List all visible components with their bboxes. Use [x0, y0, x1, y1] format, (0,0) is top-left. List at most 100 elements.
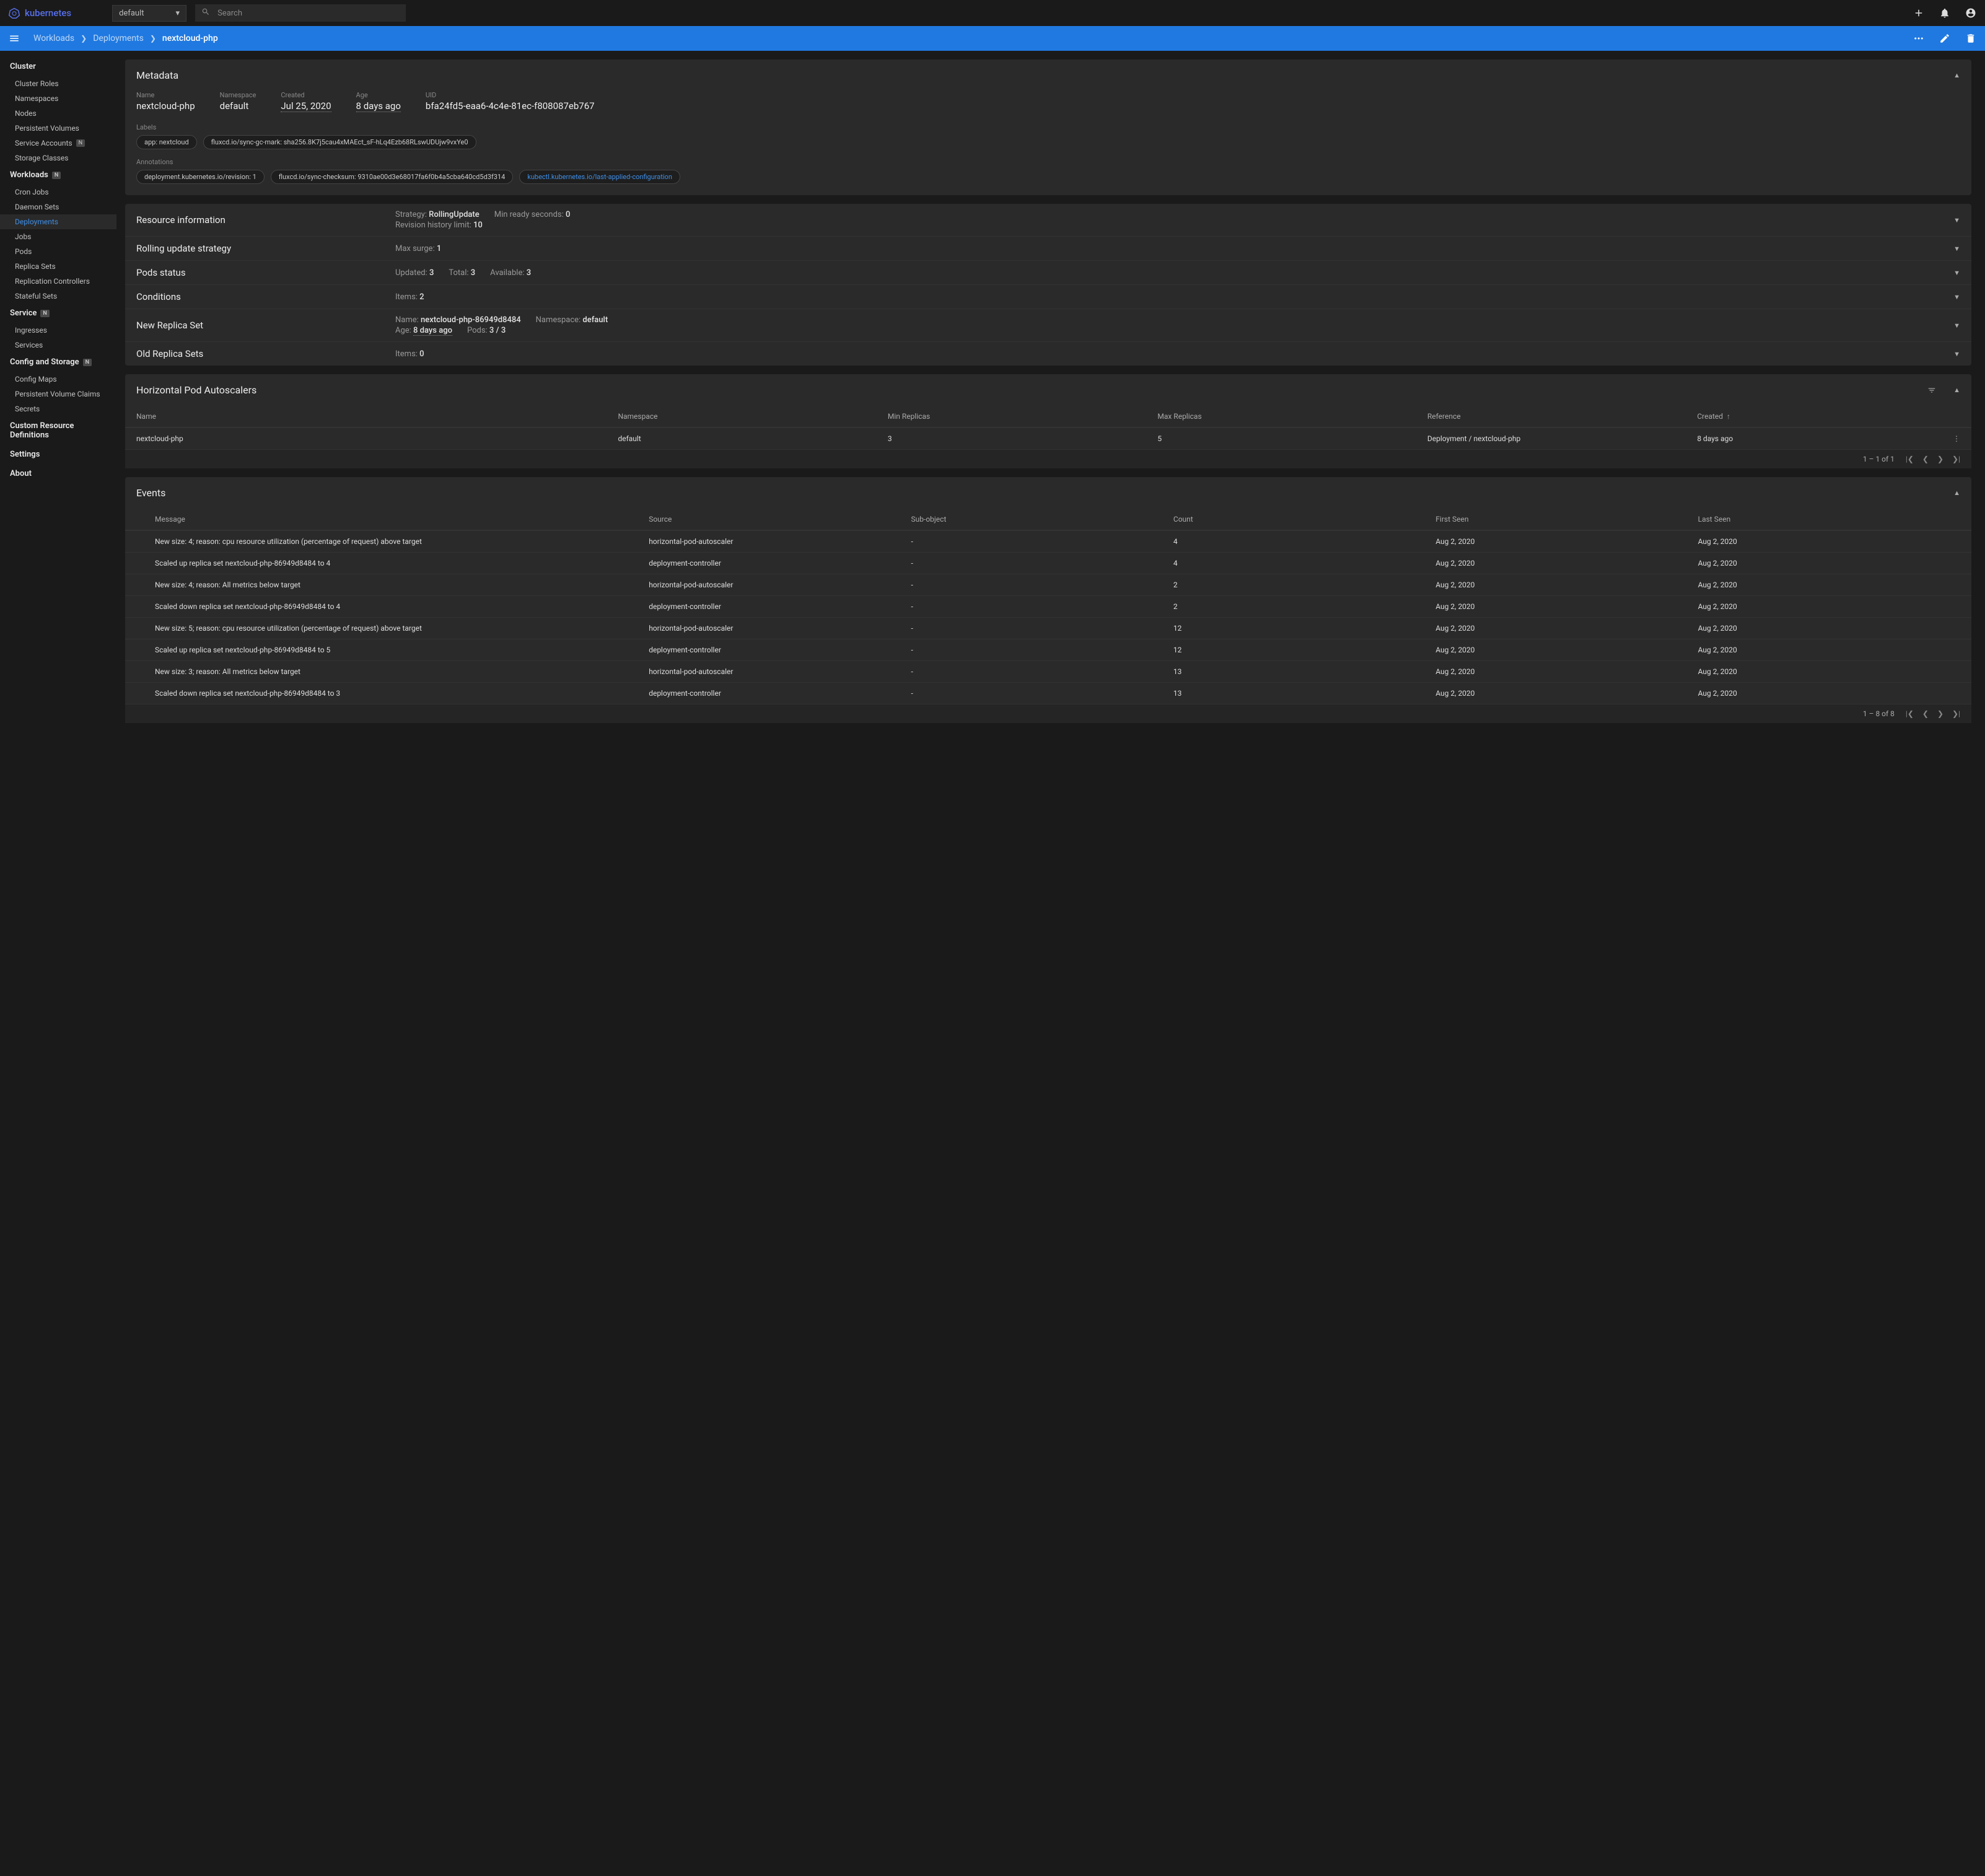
table-row[interactable]: Scaled down replica set nextcloud-php-86… [125, 595, 1971, 617]
breadcrumb-actions [1913, 33, 1976, 44]
table-row[interactable]: Scaled up replica set nextcloud-php-8694… [125, 552, 1971, 574]
expand-toggle[interactable]: ▼ [1953, 293, 1960, 301]
table-row[interactable]: New size: 4; reason: All metrics below t… [125, 574, 1971, 595]
namespace-select[interactable]: default ▾ [112, 5, 186, 22]
sidebar-item-jobs[interactable]: Jobs [0, 229, 116, 244]
info-title: Rolling update strategy [136, 243, 395, 254]
collapse-toggle[interactable]: ▲ [1953, 489, 1960, 497]
col-sub-object[interactable]: Sub-object [911, 515, 1173, 524]
cell-last-seen: Aug 2, 2020 [1698, 667, 1960, 676]
delete-button[interactable] [1965, 33, 1976, 44]
sidebar-item-replica-sets[interactable]: Replica Sets [0, 259, 116, 274]
col-name[interactable]: Name [136, 412, 618, 421]
col-source[interactable]: Source [649, 515, 911, 524]
name-value: nextcloud-php [136, 100, 195, 112]
cell-message: Scaled down replica set nextcloud-php-86… [155, 602, 649, 611]
table-row[interactable]: New size: 5; reason: cpu resource utiliz… [125, 617, 1971, 639]
table-row[interactable]: Scaled down replica set nextcloud-php-86… [125, 682, 1971, 704]
sidebar-section-title[interactable]: Custom Resource Definitions [0, 416, 116, 445]
search-box[interactable]: Search [195, 4, 406, 22]
search-icon [201, 7, 210, 19]
col-reference[interactable]: Reference [1427, 412, 1697, 421]
breadcrumb: Workloads ❯ Deployments ❯ nextcloud-php [33, 33, 218, 43]
sidebar-item-services[interactable]: Services [0, 338, 116, 353]
scale-button[interactable] [1913, 33, 1924, 44]
hpa-table-header: Name Namespace Min Replicas Max Replicas… [125, 406, 1971, 427]
next-page-icon[interactable]: ❯ [1937, 709, 1943, 718]
filter-icon[interactable] [1927, 386, 1936, 395]
notifications-icon[interactable] [1939, 7, 1950, 19]
collapse-toggle[interactable]: ▲ [1953, 71, 1960, 79]
expand-toggle[interactable]: ▼ [1953, 350, 1960, 358]
cell-count: 12 [1173, 624, 1435, 633]
first-page-icon[interactable]: |❮ [1906, 455, 1914, 463]
sidebar-section-title[interactable]: About [0, 464, 116, 483]
cell-source: deployment-controller [649, 646, 911, 654]
cell-source: horizontal-pod-autoscaler [649, 537, 911, 546]
sidebar-item-secrets[interactable]: Secrets [0, 401, 116, 416]
table-row[interactable]: nextcloud-phpdefault35Deployment / nextc… [125, 427, 1971, 449]
col-created[interactable]: Created ↑ [1697, 412, 1940, 421]
prev-page-icon[interactable]: ❮ [1922, 709, 1929, 718]
uid-label: UID [426, 91, 595, 99]
expand-toggle[interactable]: ▼ [1953, 216, 1960, 224]
sidebar-item-stateful-sets[interactable]: Stateful Sets [0, 289, 116, 304]
expand-toggle[interactable]: ▼ [1953, 269, 1960, 277]
edit-button[interactable] [1939, 33, 1950, 44]
cell-source: horizontal-pod-autoscaler [649, 624, 911, 633]
expand-toggle[interactable]: ▼ [1953, 245, 1960, 253]
last-page-icon[interactable]: ❯| [1952, 455, 1960, 463]
annotation-chip[interactable]: deployment.kubernetes.io/revision: 1 [136, 170, 265, 184]
collapse-toggle[interactable]: ▲ [1953, 386, 1960, 394]
sidebar-item-pods[interactable]: Pods [0, 244, 116, 259]
sidebar-item-persistent-volumes[interactable]: Persistent Volumes [0, 121, 116, 136]
sidebar-section-title[interactable]: Settings [0, 445, 116, 464]
col-first-seen[interactable]: First Seen [1435, 515, 1698, 524]
row-menu-icon[interactable]: ⋮ [1940, 434, 1960, 443]
info-row: Rolling update strategyMax surge: 1▼ [125, 236, 1971, 260]
sidebar-item-nodes[interactable]: Nodes [0, 106, 116, 121]
table-row[interactable]: Scaled up replica set nextcloud-php-8694… [125, 639, 1971, 660]
col-namespace[interactable]: Namespace [618, 412, 887, 421]
table-row[interactable]: New size: 4; reason: cpu resource utiliz… [125, 530, 1971, 552]
last-page-icon[interactable]: ❯| [1952, 709, 1960, 718]
user-account-icon[interactable] [1965, 7, 1976, 19]
sidebar-item-replication-controllers[interactable]: Replication Controllers [0, 274, 116, 289]
label-chip[interactable]: app: nextcloud [136, 135, 197, 149]
sidebar-item-namespaces[interactable]: Namespaces [0, 91, 116, 106]
sidebar-item-cron-jobs[interactable]: Cron Jobs [0, 185, 116, 199]
cell-first-seen: Aug 2, 2020 [1435, 559, 1698, 568]
cell-sub-object: - [911, 646, 1173, 654]
cell-message: Scaled down replica set nextcloud-php-86… [155, 689, 649, 698]
prev-page-icon[interactable]: ❮ [1922, 455, 1929, 463]
annotation-chip[interactable]: kubectl.kubernetes.io/last-applied-confi… [519, 170, 680, 184]
first-page-icon[interactable]: |❮ [1906, 709, 1914, 718]
namespace-badge: N [40, 310, 49, 317]
cell-source: deployment-controller [649, 602, 911, 611]
sidebar-item-deployments[interactable]: Deployments [0, 214, 116, 229]
breadcrumb-deployments[interactable]: Deployments [93, 33, 144, 43]
annotation-chip[interactable]: fluxcd.io/sync-checksum: 9310ae00d3e6801… [271, 170, 513, 184]
table-row[interactable]: New size: 3; reason: All metrics below t… [125, 660, 1971, 682]
chevron-right-icon: ❯ [150, 34, 156, 43]
sidebar-item-persistent-volume-claims[interactable]: Persistent Volume Claims [0, 387, 116, 401]
sidebar-item-storage-classes[interactable]: Storage Classes [0, 151, 116, 165]
info-values: Updated: 3Total: 3Available: 3 [395, 268, 1953, 278]
breadcrumb-workloads[interactable]: Workloads [33, 33, 74, 43]
sidebar-item-config-maps[interactable]: Config Maps [0, 372, 116, 387]
col-min[interactable]: Min Replicas [888, 412, 1157, 421]
sidebar-item-ingresses[interactable]: Ingresses [0, 323, 116, 338]
next-page-icon[interactable]: ❯ [1937, 455, 1943, 463]
col-message[interactable]: Message [155, 515, 649, 524]
sidebar-item-cluster-roles[interactable]: Cluster Roles [0, 76, 116, 91]
col-max[interactable]: Max Replicas [1157, 412, 1427, 421]
col-last-seen[interactable]: Last Seen [1698, 515, 1960, 524]
sidebar-item-daemon-sets[interactable]: Daemon Sets [0, 199, 116, 214]
create-button[interactable] [1913, 7, 1924, 19]
sidebar-item-service-accounts[interactable]: Service AccountsN [0, 136, 116, 151]
expand-toggle[interactable]: ▼ [1953, 322, 1960, 330]
label-chip[interactable]: fluxcd.io/sync-gc-mark: sha256.8K7j5cau4… [203, 135, 476, 149]
menu-toggle[interactable] [9, 33, 20, 44]
col-count[interactable]: Count [1173, 515, 1435, 524]
logo[interactable]: kubernetes [9, 7, 71, 19]
